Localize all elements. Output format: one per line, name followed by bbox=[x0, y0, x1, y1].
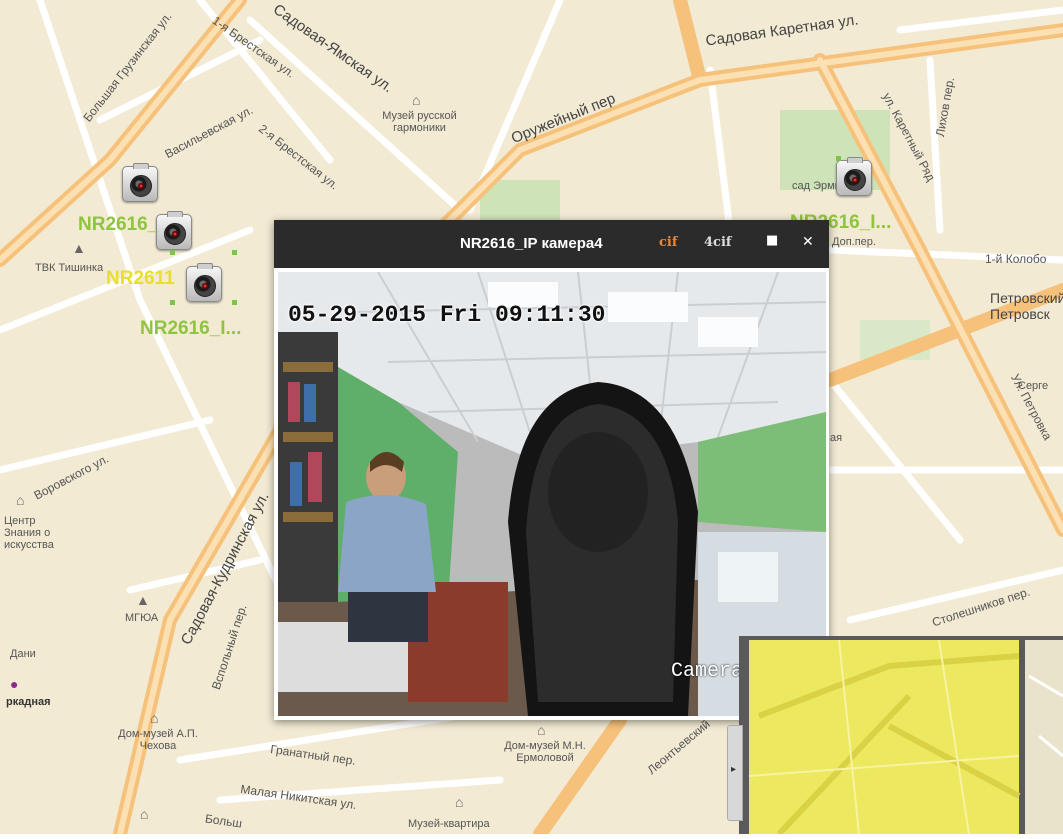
poi-label: ркадная bbox=[6, 696, 51, 708]
shop-icon: ▲ bbox=[72, 240, 86, 256]
museum-icon: ⌂ bbox=[150, 710, 159, 726]
panel-toggle-button[interactable]: ▸ bbox=[727, 725, 743, 821]
university-icon: ▲ bbox=[136, 592, 150, 608]
camera-marker[interactable] bbox=[836, 157, 872, 196]
selection-handle bbox=[232, 300, 237, 305]
poi-label: МГЮА bbox=[125, 612, 159, 624]
minimap-view bbox=[739, 636, 1063, 837]
video-timestamp: 05-29-2015 Fri 09:11:30 bbox=[288, 302, 606, 328]
arrow-right-icon: ▸ bbox=[731, 764, 737, 775]
poi-label: Дани bbox=[10, 648, 36, 660]
metro-icon: ● bbox=[10, 676, 19, 692]
museum-icon: ⌂ bbox=[455, 794, 464, 810]
selection-handle bbox=[232, 250, 237, 255]
poi-label: ТВК Тишинка bbox=[35, 262, 104, 274]
4cif-button[interactable]: 4cif bbox=[704, 235, 732, 250]
camera-marker[interactable] bbox=[122, 163, 158, 202]
selection-handle bbox=[170, 300, 175, 305]
camera-label[interactable]: NR2616_ bbox=[78, 214, 158, 236]
popup-title: NR2616_IP камера4 bbox=[460, 235, 603, 252]
poi-label: Серге bbox=[1018, 380, 1049, 392]
maximize-icon[interactable]: ■ bbox=[766, 233, 778, 248]
museum-icon: ⌂ bbox=[537, 722, 546, 738]
camera-label[interactable]: NR2611 bbox=[106, 268, 175, 290]
poi-label: Доп.пер. bbox=[832, 236, 876, 248]
street-label: Петровск bbox=[990, 306, 1050, 322]
museum-icon: ⌂ bbox=[412, 92, 421, 108]
camera-marker[interactable] bbox=[156, 211, 192, 250]
close-icon[interactable]: ✕ bbox=[802, 234, 814, 250]
cif-button[interactable]: cif bbox=[659, 235, 677, 250]
street-label: Петровский bbox=[990, 290, 1063, 306]
camera-label[interactable]: NR2616_I... bbox=[140, 318, 241, 340]
popup-titlebar[interactable]: NR2616_IP камера4 cif 4cif ■ ✕ bbox=[274, 220, 829, 268]
poi-label: ая bbox=[830, 432, 843, 444]
poi-label: Дом-музей М.Н. Ермоловой bbox=[504, 740, 586, 764]
museum-icon: ⌂ bbox=[140, 806, 149, 822]
selection-handle bbox=[170, 250, 175, 255]
camera-marker[interactable] bbox=[186, 263, 222, 302]
poi-label: Дом-музей А.П. Чехова bbox=[118, 728, 198, 752]
street-label: 1-й Колобо bbox=[985, 252, 1047, 266]
overview-minimap[interactable] bbox=[739, 636, 1063, 837]
museum-icon: ⌂ bbox=[16, 492, 25, 508]
poi-label: Музей-квартира bbox=[408, 818, 490, 830]
poi-label: Музей русской гармоники bbox=[382, 110, 457, 134]
selection-handle bbox=[836, 156, 841, 161]
poi-label: Центр Знания о искусства bbox=[4, 515, 54, 551]
